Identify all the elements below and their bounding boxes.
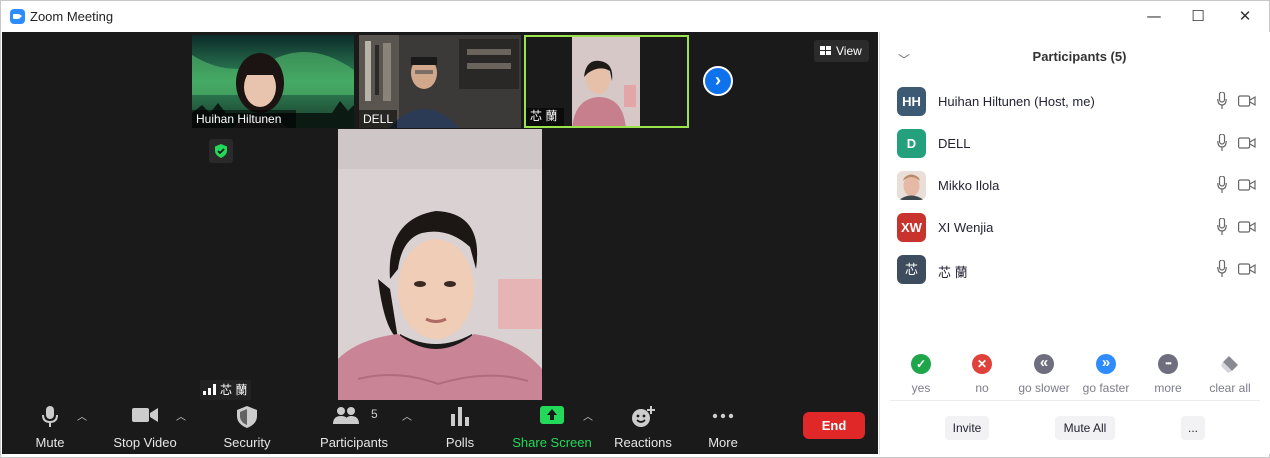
zoom-window: Zoom Meeting — ☐ ✕ Huihan Hiltunen DELL … — [0, 0, 1270, 458]
mute-button[interactable]: Mute — [20, 400, 80, 454]
panel-divider — [890, 400, 1260, 401]
shield-check-icon — [215, 144, 227, 158]
stop-video-button[interactable]: Stop Video — [108, 400, 182, 454]
view-label: View — [836, 44, 862, 58]
x-icon: ✕ — [972, 354, 992, 374]
main-speaker-video — [338, 129, 542, 400]
security-button[interactable]: Security — [217, 400, 277, 454]
share-screen-button[interactable]: Share Screen — [512, 400, 592, 454]
window-title: Zoom Meeting — [30, 9, 114, 24]
chevron-right-icon: › — [715, 70, 721, 90]
thumbnail-name: Huihan Hiltunen — [196, 112, 282, 126]
polls-button[interactable]: Polls — [432, 400, 488, 454]
video-camera-icon — [132, 408, 158, 422]
microphone-icon[interactable] — [1217, 260, 1227, 278]
grid-icon — [820, 46, 831, 55]
close-button[interactable]: ✕ — [1230, 5, 1260, 27]
participants-options-caret[interactable]: ︿ — [402, 408, 412, 423]
eraser-icon — [1221, 356, 1238, 373]
video-camera-icon[interactable] — [1238, 137, 1256, 149]
avatar: 芯 — [897, 255, 926, 284]
thumbnail-name: DELL — [363, 112, 394, 126]
gallery-thumbnail-2[interactable]: DELL — [359, 35, 521, 128]
audio-options-caret[interactable]: ︿ — [77, 408, 87, 423]
video-camera-icon[interactable] — [1238, 179, 1256, 191]
end-meeting-button[interactable]: End — [803, 412, 865, 439]
bar-chart-icon — [451, 407, 469, 426]
encryption-shield[interactable] — [209, 139, 233, 163]
shield-icon — [237, 406, 257, 428]
participant-name: Mikko Ilola — [938, 178, 1000, 193]
panel-more-button[interactable]: ... — [1181, 416, 1205, 440]
participants-icon — [333, 407, 359, 424]
participants-count: 5 — [371, 407, 378, 421]
avatar: D — [897, 129, 926, 158]
title-bar: Zoom Meeting — ☐ ✕ — [1, 1, 1269, 32]
gallery-thumbnail-1[interactable]: Huihan Hiltunen — [192, 35, 354, 128]
more-button[interactable]: More — [697, 400, 749, 454]
microphone-icon[interactable] — [1217, 218, 1227, 236]
invite-button[interactable]: Invite — [945, 416, 989, 440]
zoom-app-icon — [10, 9, 25, 24]
microphone-icon[interactable] — [1217, 176, 1227, 194]
smiley-plus-icon — [632, 406, 655, 427]
feedback-clear-all-button[interactable]: clear all — [1199, 352, 1261, 397]
reactions-button[interactable]: Reactions — [610, 400, 676, 454]
participant-name: XI Wenjia — [938, 220, 994, 235]
feedback-more-button[interactable]: ••• more — [1137, 352, 1199, 397]
participants-button[interactable]: 5 Participants — [316, 400, 392, 454]
participant-row[interactable]: Mikko Ilola — [880, 168, 1270, 210]
share-options-caret[interactable]: ︿ — [583, 408, 593, 423]
mute-all-button[interactable]: Mute All — [1055, 416, 1115, 440]
microphone-icon — [42, 406, 58, 427]
video-options-caret[interactable]: ︿ — [176, 408, 186, 423]
microphone-icon[interactable] — [1217, 92, 1227, 110]
participant-row[interactable]: 芯 芯 蘭 — [880, 252, 1270, 294]
more-dots-icon: ••• — [1158, 354, 1178, 374]
share-screen-icon — [540, 406, 564, 424]
maximize-button[interactable]: ☐ — [1183, 5, 1213, 27]
active-speaker-label: 芯 蘭 — [200, 380, 252, 400]
panel-title: Participants (5) — [1032, 49, 1127, 64]
participant-name: Huihan Hiltunen (Host, me) — [938, 94, 1095, 109]
participants-panel: ﹀ Participants (5) HH Huihan Hiltunen (H… — [879, 32, 1270, 454]
meeting-toolbar: Mute ︿ Stop Video ︿ Security 5 Participa… — [2, 400, 878, 454]
video-camera-icon[interactable] — [1238, 263, 1256, 275]
next-page-button[interactable]: › — [703, 66, 733, 96]
participant-row[interactable]: HH Huihan Hiltunen (Host, me) — [880, 84, 1270, 126]
video-camera-icon[interactable] — [1238, 95, 1256, 107]
participant-row[interactable]: D DELL — [880, 126, 1270, 168]
avatar: HH — [897, 87, 926, 116]
feedback-yes-button[interactable]: ✓ yes — [890, 352, 952, 397]
video-feed-speaker-large — [338, 129, 542, 400]
feedback-no-button[interactable]: ✕ no — [951, 352, 1013, 397]
avatar-photo — [897, 171, 926, 200]
microphone-icon[interactable] — [1217, 134, 1227, 152]
check-icon: ✓ — [911, 354, 931, 374]
gallery-thumbnail-3[interactable]: 芯 蘭 — [524, 35, 689, 128]
fast-forward-icon: » — [1096, 354, 1116, 374]
feedback-go-slower-button[interactable]: « go slower — [1013, 352, 1075, 397]
more-dots-icon — [712, 413, 734, 419]
view-button[interactable]: View — [814, 40, 869, 62]
rewind-icon: « — [1034, 354, 1054, 374]
video-camera-icon[interactable] — [1238, 221, 1256, 233]
signal-bars-icon — [203, 384, 216, 395]
meeting-area: Huihan Hiltunen DELL 芯 蘭 › View 芯 蘭 Mute… — [2, 32, 878, 454]
participant-name: 芯 蘭 — [938, 265, 968, 280]
minimize-button[interactable]: — — [1139, 5, 1169, 27]
participant-name: DELL — [938, 136, 971, 151]
participant-row[interactable]: XW XI Wenjia — [880, 210, 1270, 252]
feedback-go-faster-button[interactable]: » go faster — [1075, 352, 1137, 397]
thumbnail-name: 芯 蘭 — [530, 109, 558, 123]
avatar: XW — [897, 213, 926, 242]
